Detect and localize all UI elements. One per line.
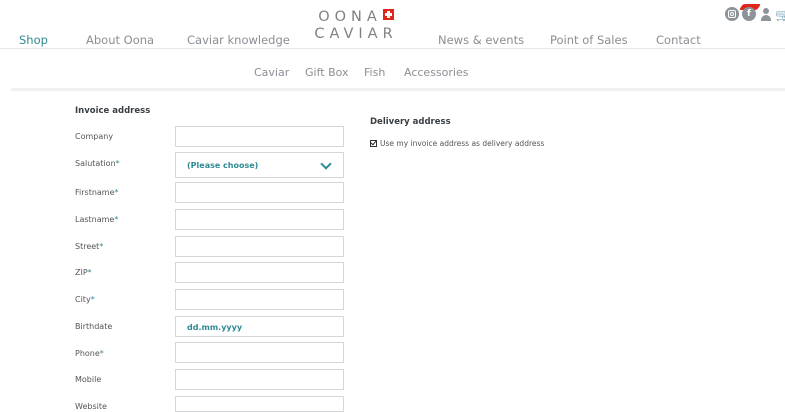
logo-line1: OONA — [300, 9, 412, 26]
mobile-label: Mobile — [75, 375, 102, 384]
nav-divider — [0, 48, 785, 49]
instagram-icon[interactable] — [725, 7, 739, 21]
subnav-divider — [11, 88, 785, 91]
header-icons: f 🛒 — [725, 4, 785, 23]
swiss-cross-icon — [382, 9, 394, 20]
nav-point-of-sales[interactable]: Point of Sales — [550, 33, 628, 47]
same-address-option[interactable]: Use my invoice address as delivery addre… — [370, 139, 544, 148]
shop-subnav: Caviar Gift Box Fish Accessories — [0, 66, 785, 82]
delivery-address-title: Delivery address — [370, 117, 451, 127]
firstname-label: Firstname* — [75, 188, 119, 197]
subnav-fish[interactable]: Fish — [364, 66, 385, 79]
street-input[interactable] — [175, 236, 344, 257]
subnav-caviar[interactable]: Caviar — [254, 66, 289, 79]
website-label: Website — [75, 402, 107, 411]
nav-news-events[interactable]: News & events — [438, 33, 524, 47]
nav-caviar-knowledge[interactable]: Caviar knowledge — [187, 33, 290, 47]
mobile-input[interactable] — [175, 369, 344, 390]
logo-line2: CAVIAR — [314, 26, 398, 42]
phone-label: Phone* — [75, 349, 104, 358]
same-address-checkbox[interactable] — [370, 140, 377, 147]
chevron-down-icon — [320, 158, 332, 170]
nav-contact[interactable]: Contact — [656, 33, 701, 47]
same-address-label: Use my invoice address as delivery addre… — [380, 139, 545, 148]
subnav-gift-box[interactable]: Gift Box — [305, 66, 349, 79]
company-input[interactable] — [175, 126, 344, 147]
lastname-input[interactable] — [175, 209, 344, 230]
website-input[interactable] — [175, 396, 344, 412]
firstname-input[interactable] — [175, 182, 344, 203]
user-icon[interactable] — [759, 7, 773, 21]
phone-input[interactable] — [175, 342, 344, 363]
invoice-address-title: Invoice address — [75, 106, 151, 116]
company-label: Company — [75, 132, 114, 141]
street-label: Street* — [75, 242, 104, 251]
city-label: City* — [75, 295, 95, 304]
nav-about-oona[interactable]: About Oona — [86, 33, 154, 47]
zip-input[interactable] — [175, 262, 344, 283]
city-input[interactable] — [175, 289, 344, 310]
salutation-select[interactable]: (Please choose) — [175, 152, 344, 178]
lastname-label: Lastname* — [75, 215, 119, 224]
brand-logo[interactable]: OONA CAVIAR — [300, 9, 412, 43]
birthdate-label: Birthdate — [75, 322, 113, 331]
nav-shop[interactable]: Shop — [19, 33, 48, 47]
cart-icon[interactable]: 🛒 — [775, 8, 785, 22]
zip-label: ZIP* — [75, 268, 92, 277]
subnav-accessories[interactable]: Accessories — [404, 66, 468, 79]
facebook-icon[interactable]: f — [742, 7, 756, 21]
birthdate-input[interactable]: dd.mm.yyyy — [175, 316, 344, 337]
salutation-label: Salutation* — [75, 159, 120, 168]
